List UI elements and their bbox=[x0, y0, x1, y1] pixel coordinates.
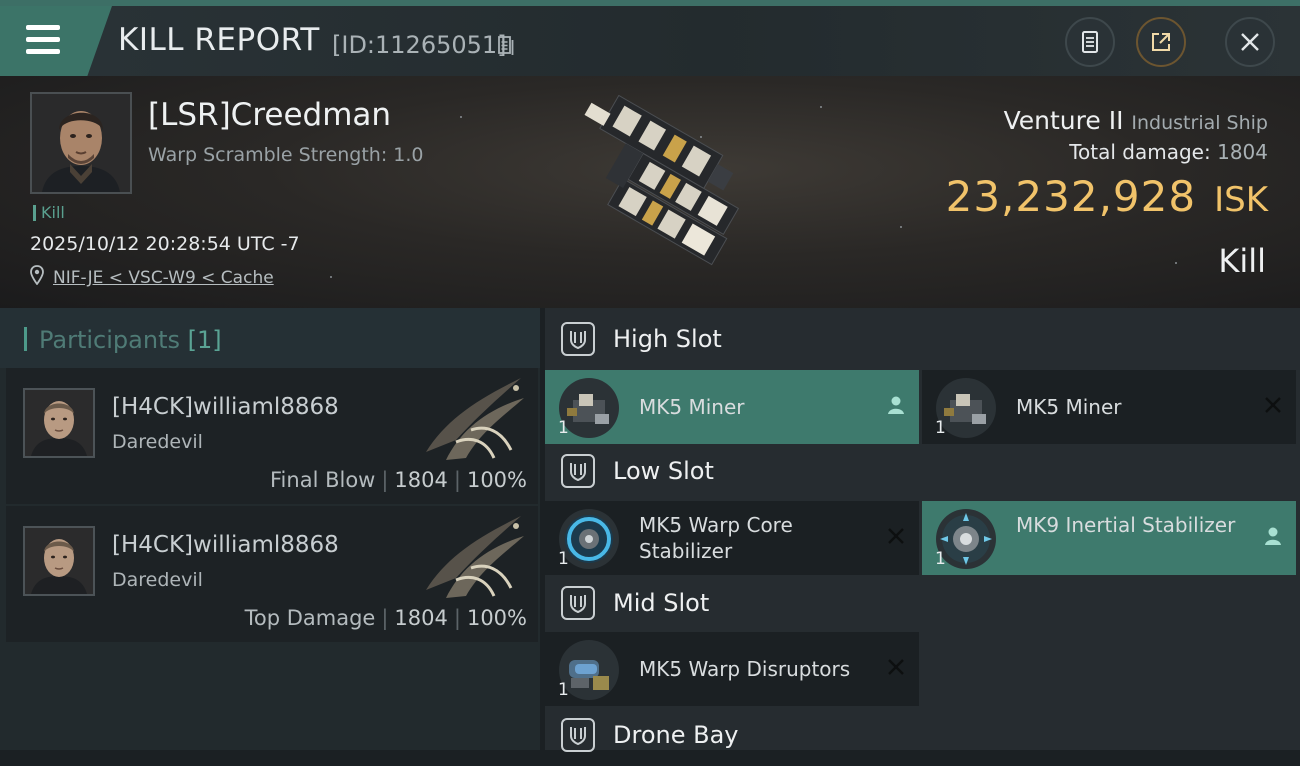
star-decoration bbox=[1175, 262, 1177, 264]
close-icon bbox=[1241, 33, 1259, 51]
separator: | bbox=[381, 606, 389, 630]
participant-ship-image bbox=[426, 516, 524, 598]
participant-name[interactable]: [H4CK]williaml8868 bbox=[112, 394, 339, 420]
isk-value: 23,232,928 bbox=[945, 172, 1197, 221]
star-decoration bbox=[460, 116, 462, 118]
participant-ship: Daredevil bbox=[112, 569, 203, 591]
low-slot-header: Low Slot bbox=[545, 440, 1300, 502]
high-slot-title: High Slot bbox=[613, 325, 722, 353]
total-damage-value: 1804 bbox=[1217, 140, 1268, 164]
slot-icon bbox=[561, 454, 595, 488]
participant-row[interactable]: [H4CK]williaml8868 Daredevil Final Blow |… bbox=[6, 368, 538, 504]
kill-result: Kill bbox=[1218, 242, 1266, 280]
share-button[interactable] bbox=[1136, 17, 1186, 67]
high-slot-header: High Slot bbox=[545, 308, 1300, 370]
separator: | bbox=[453, 606, 461, 630]
participant-stats: Top Damage | 1804 | 100% bbox=[245, 606, 527, 630]
menu-icon-line bbox=[26, 49, 60, 54]
kill-tag: Kill bbox=[33, 205, 65, 221]
participants-panel: Participants [1] [H4CK]williaml8868 Dare… bbox=[0, 308, 540, 750]
destroyed-x-icon bbox=[1265, 397, 1281, 413]
kill-timestamp: 2025/10/12 20:28:54 UTC -7 bbox=[30, 233, 300, 255]
module-quantity: 1 bbox=[935, 418, 946, 438]
victim-ship-image bbox=[584, 95, 740, 266]
drone-bay-title: Drone Bay bbox=[613, 721, 739, 749]
mid-slot-header: Mid Slot bbox=[545, 572, 1300, 634]
participant-damage: 1804 bbox=[394, 606, 448, 630]
slot-icon bbox=[561, 322, 595, 356]
menu-icon bbox=[26, 25, 60, 30]
total-damage-label: Total damage: bbox=[1069, 140, 1211, 164]
slot-icon bbox=[561, 586, 595, 620]
participant-name[interactable]: [H4CK]williaml8868 bbox=[112, 532, 339, 558]
module-item[interactable]: 1 MK5 Warp Core Stabilizer bbox=[545, 501, 919, 575]
participant-portrait bbox=[25, 390, 93, 456]
star-decoration bbox=[900, 226, 902, 228]
participant-percent: 100% bbox=[466, 606, 527, 630]
slot-icon bbox=[561, 718, 595, 752]
participant-row[interactable]: [H4CK]williaml8868 Daredevil Top Damage |… bbox=[6, 506, 538, 642]
module-name: MK5 Warp Disruptors bbox=[639, 657, 851, 681]
victim-name[interactable]: [LSR]Creedman bbox=[148, 97, 391, 133]
kill-id: [ID:11265051] bbox=[332, 31, 507, 59]
module-name: MK9 Inertial Stabilizer bbox=[1016, 513, 1236, 537]
separator: | bbox=[381, 468, 389, 492]
report-icon bbox=[1082, 31, 1098, 53]
page-title: KILL REPORT bbox=[118, 22, 320, 58]
person-icon bbox=[1265, 527, 1281, 545]
star-decoration bbox=[820, 106, 822, 108]
module-quantity: 1 bbox=[558, 418, 569, 438]
report-button[interactable] bbox=[1065, 17, 1115, 67]
participants-header: Participants [1] bbox=[0, 308, 540, 368]
module-item[interactable]: 1 MK5 Miner bbox=[545, 370, 919, 444]
ship-class: Industrial Ship bbox=[1131, 112, 1268, 134]
low-slot-title: Low Slot bbox=[613, 457, 714, 485]
module-name: MK5 Miner bbox=[1016, 395, 1122, 419]
header-accent-bar bbox=[24, 327, 27, 351]
warp-scramble-strength: Warp Scramble Strength: 1.0 bbox=[148, 144, 424, 166]
fitting-panel: High Slot 1 MK5 Miner 1 MK5 Miner Low Sl… bbox=[545, 308, 1300, 752]
ship-type-name: Venture II bbox=[1003, 106, 1124, 135]
module-item[interactable]: 1 MK5 Warp Disruptors bbox=[545, 632, 919, 706]
participant-ship: Daredevil bbox=[112, 431, 203, 453]
module-name: MK5 Miner bbox=[639, 395, 745, 419]
module-item[interactable]: 1 MK9 Inertial Stabilizer bbox=[922, 501, 1296, 575]
module-name: MK5 Warp Core Stabilizer bbox=[639, 513, 793, 563]
participant-stats: Final Blow | 1804 | 100% bbox=[270, 468, 527, 492]
participant-avatar[interactable] bbox=[23, 526, 95, 596]
location-pin-icon bbox=[30, 265, 44, 285]
star-decoration bbox=[330, 276, 332, 278]
participant-role: Top Damage bbox=[244, 606, 376, 630]
destroyed-x-icon bbox=[888, 528, 904, 544]
module-quantity: 1 bbox=[558, 549, 569, 569]
close-button[interactable] bbox=[1225, 17, 1275, 67]
share-icon bbox=[1152, 33, 1170, 51]
person-icon bbox=[888, 396, 904, 414]
module-item[interactable]: 1 MK5 Miner bbox=[922, 370, 1296, 444]
total-damage: Total damage: 1804 bbox=[1069, 140, 1268, 164]
participants-title: Participants [1] bbox=[39, 326, 222, 354]
destroyed-x-icon bbox=[888, 659, 904, 675]
victim-portrait bbox=[32, 94, 130, 192]
isk-unit: ISK bbox=[1214, 180, 1268, 220]
location-link[interactable]: NIF-JE < VSC-W9 < Cache bbox=[53, 268, 274, 288]
copy-icon[interactable] bbox=[498, 36, 514, 56]
drone-bay-header: Drone Bay bbox=[545, 704, 1300, 766]
mid-slot-title: Mid Slot bbox=[613, 589, 710, 617]
participant-percent: 100% bbox=[466, 468, 527, 492]
participants-title-text: Participants bbox=[39, 326, 180, 354]
participant-damage: 1804 bbox=[394, 468, 448, 492]
module-quantity: 1 bbox=[558, 680, 569, 700]
separator: | bbox=[453, 468, 461, 492]
participant-portrait bbox=[25, 528, 93, 594]
participant-ship-image bbox=[426, 378, 524, 460]
participants-count: [1] bbox=[187, 326, 222, 354]
menu-icon-line bbox=[26, 37, 60, 42]
victim-avatar[interactable] bbox=[30, 92, 132, 194]
participant-role: Final Blow bbox=[270, 468, 376, 492]
participant-avatar[interactable] bbox=[23, 388, 95, 458]
module-quantity: 1 bbox=[935, 549, 946, 569]
isk-loss: 23,232,928 ISK bbox=[946, 172, 1268, 221]
victim-ship-name: Venture II Industrial Ship bbox=[1004, 106, 1268, 135]
